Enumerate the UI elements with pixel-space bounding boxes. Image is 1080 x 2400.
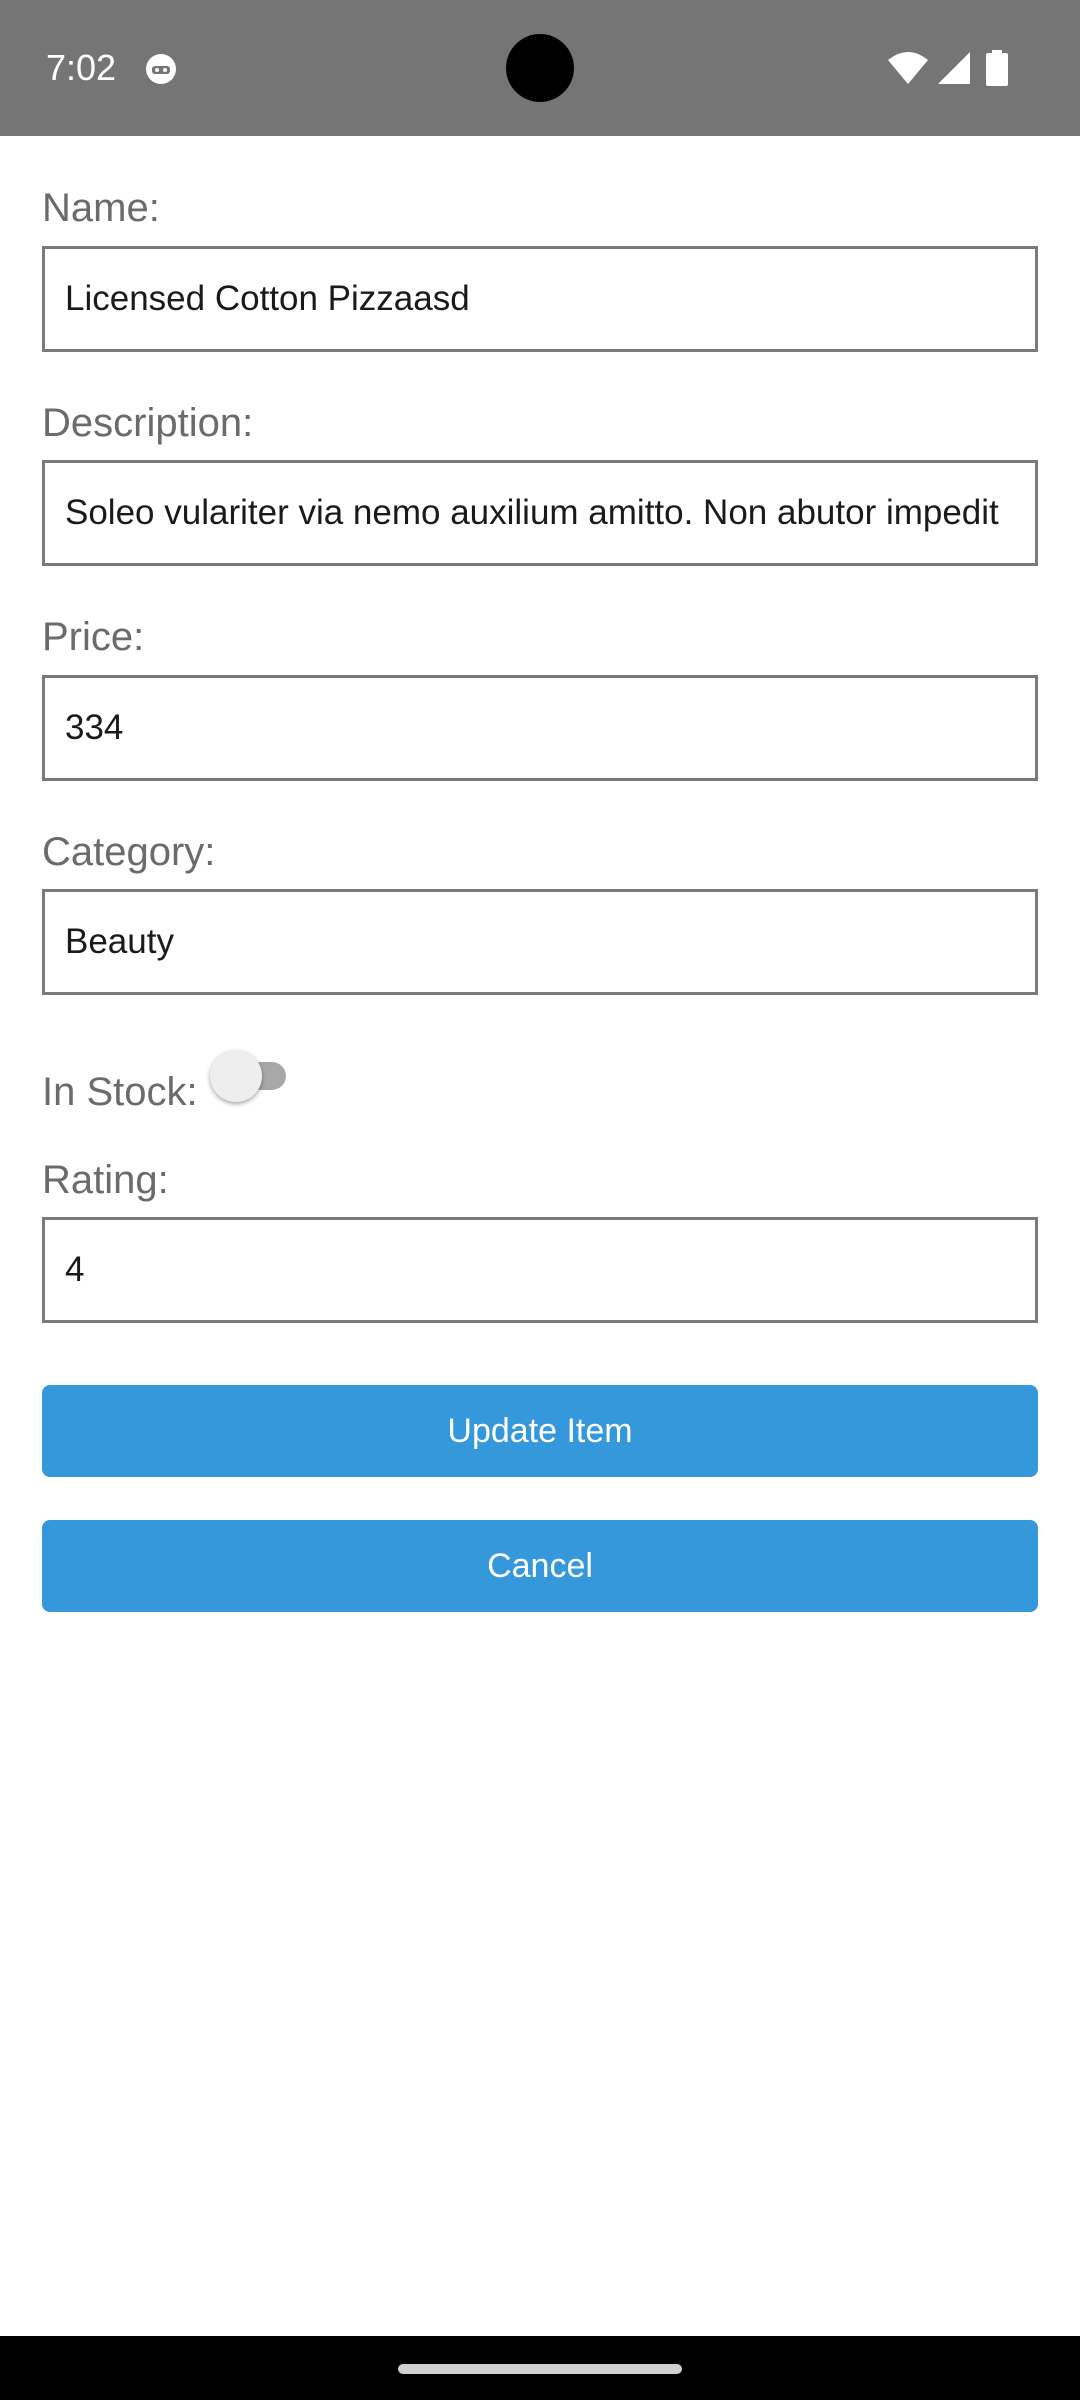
rating-input[interactable] bbox=[42, 1217, 1038, 1323]
navigation-bar bbox=[0, 2336, 1080, 2400]
status-bar: 7:02 bbox=[0, 0, 1080, 136]
price-input[interactable] bbox=[42, 675, 1038, 781]
home-indicator[interactable] bbox=[398, 2364, 682, 2374]
cancel-button[interactable]: Cancel bbox=[42, 1520, 1038, 1612]
name-label: Name: bbox=[42, 186, 160, 230]
category-input[interactable] bbox=[42, 889, 1038, 995]
category-label: Category: bbox=[42, 830, 216, 874]
toggle-thumb bbox=[210, 1050, 262, 1102]
battery-icon bbox=[986, 50, 1008, 86]
in-stock-toggle[interactable] bbox=[210, 1042, 292, 1102]
rating-label: Rating: bbox=[42, 1158, 169, 1202]
price-label: Price: bbox=[42, 615, 145, 659]
wifi-icon bbox=[888, 52, 928, 84]
description-label: Description: bbox=[42, 401, 254, 445]
description-input[interactable] bbox=[42, 460, 1038, 566]
status-time: 7:02 bbox=[46, 47, 117, 88]
app-notification-icon bbox=[146, 54, 176, 84]
in-stock-label: In Stock: bbox=[42, 1070, 198, 1114]
update-item-button[interactable]: Update Item bbox=[42, 1385, 1038, 1477]
name-input[interactable] bbox=[42, 246, 1038, 352]
signal-icon bbox=[938, 52, 970, 84]
camera-cutout bbox=[506, 34, 574, 102]
